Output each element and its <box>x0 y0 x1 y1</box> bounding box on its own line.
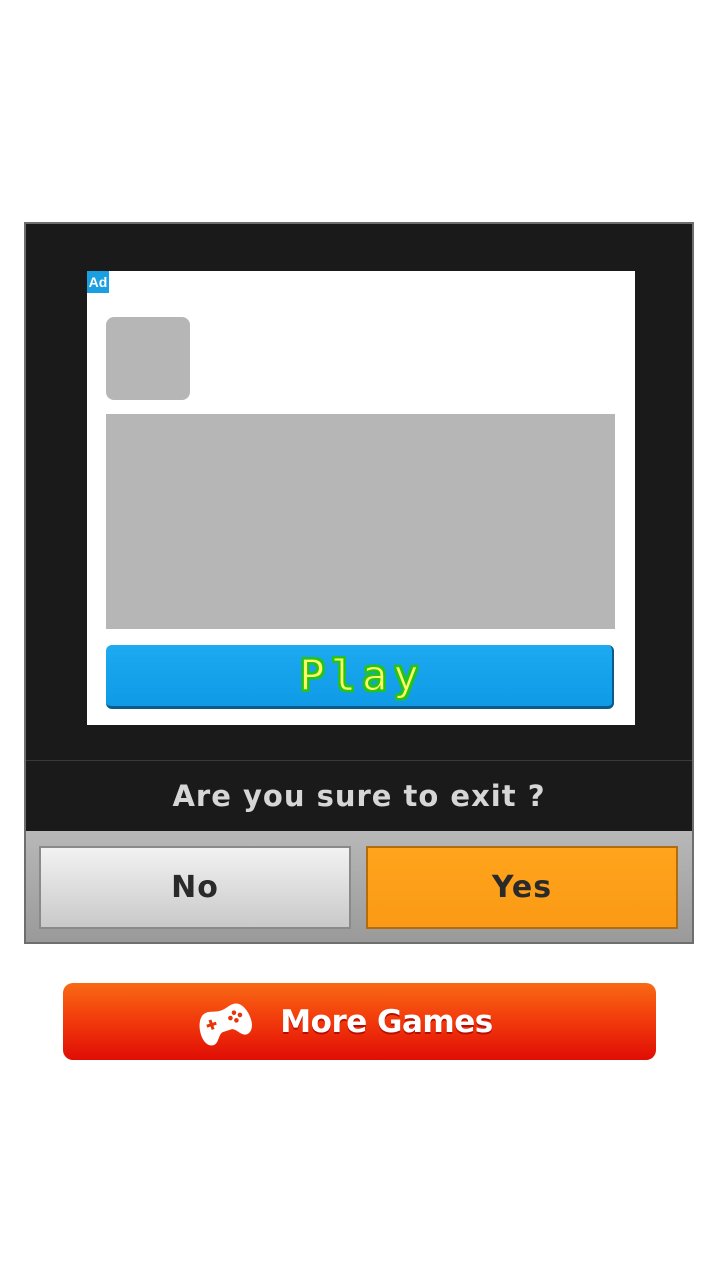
more-games-label: More Games <box>280 1003 493 1040</box>
exit-dialog: Ad Play Are you sure to exit ? No Yes <box>24 222 694 944</box>
ad-image-placeholder[interactable] <box>106 414 615 629</box>
exit-question: Are you sure to exit ? <box>172 779 546 813</box>
ad-play-button[interactable]: Play <box>106 645 614 709</box>
more-games-button[interactable]: More Games <box>63 983 656 1060</box>
no-button[interactable]: No <box>39 846 351 929</box>
gamepad-icon <box>199 1003 253 1045</box>
ad-badge: Ad <box>87 271 109 293</box>
ad-app-icon-placeholder[interactable] <box>106 317 190 400</box>
ad-area: Ad Play <box>26 224 692 760</box>
dialog-button-bar: No Yes <box>26 831 692 942</box>
yes-button[interactable]: Yes <box>366 846 678 929</box>
ad-play-label: Play <box>299 651 425 701</box>
native-ad-card[interactable]: Ad Play <box>87 271 635 725</box>
